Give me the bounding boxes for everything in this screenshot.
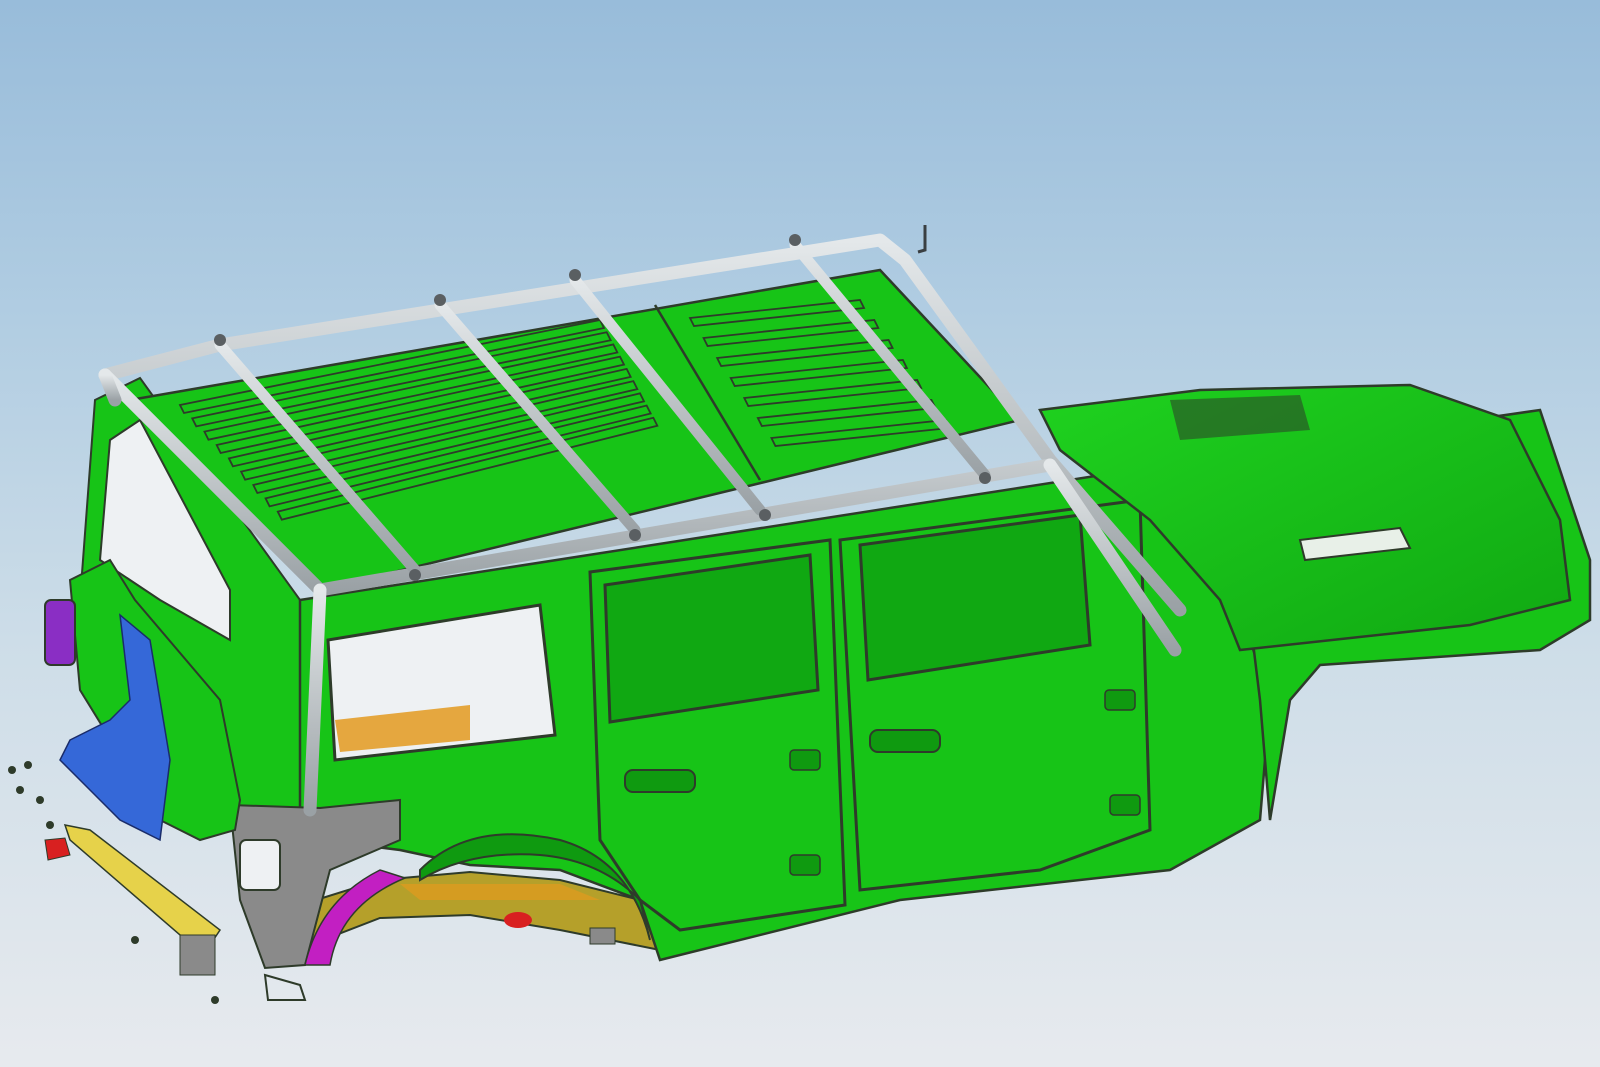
rear-door-handle[interactable] [624,769,696,793]
red-clip-part[interactable] [504,912,532,928]
antenna-bracket [917,225,927,254]
purple-tail-lamp[interactable] [44,599,76,666]
vehicle-body-model[interactable] [0,0,1600,1067]
rear-bumper-rail[interactable] [63,824,222,946]
front-door-handle[interactable] [869,729,941,753]
cad-viewport[interactable] [0,0,1600,1067]
